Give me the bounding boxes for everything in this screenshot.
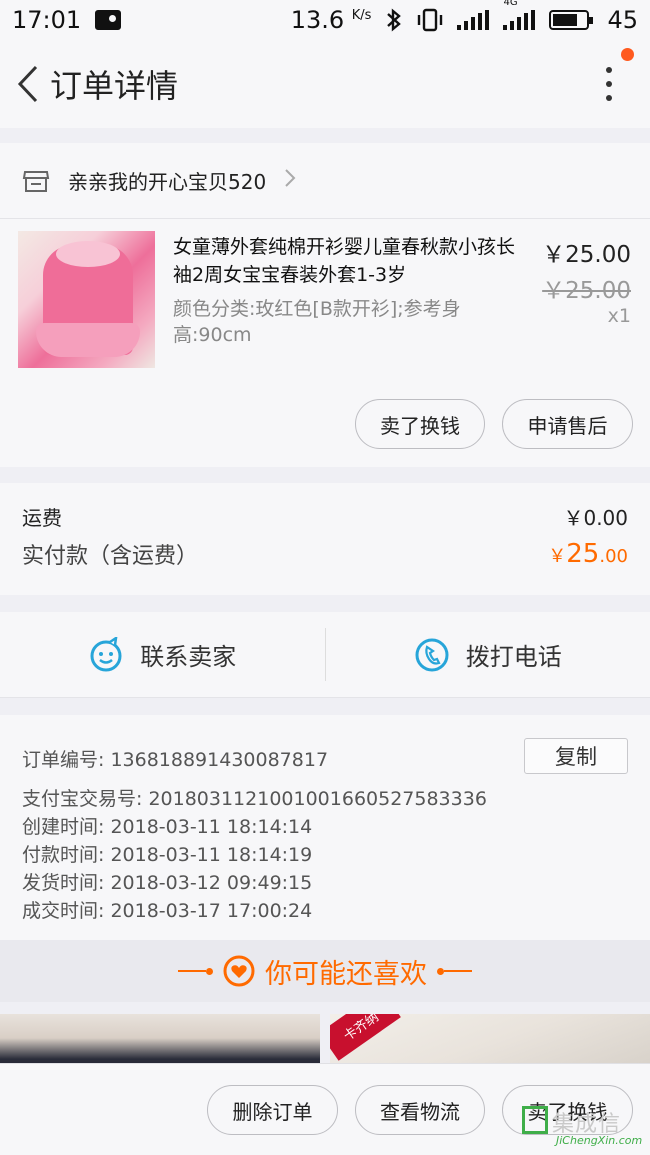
paid-currency: ￥: [548, 546, 567, 567]
fee-summary: 运费 ￥0.00 实付款（含运费） ￥25.00: [0, 483, 650, 595]
shop-name: 亲亲我的开心宝贝520: [68, 170, 267, 194]
watermark-en: JiChengXin.com: [556, 1134, 643, 1147]
divider-right-icon: [437, 967, 472, 975]
product-original-price: ￥25.00: [542, 278, 631, 304]
signal-icon: [457, 10, 490, 30]
product-title[interactable]: 女童薄外套纯棉开衫婴儿童春秋款小孩长袖2周女宝宝春装外套1-3岁: [173, 233, 528, 289]
vibrate-icon: [418, 8, 443, 32]
back-button[interactable]: [6, 54, 50, 114]
delete-order-button[interactable]: 删除订单: [207, 1085, 338, 1135]
nav-bar: 订单详情: [0, 40, 650, 128]
view-logistics-button[interactable]: 查看物流: [355, 1085, 485, 1135]
call-button[interactable]: 拨打电话: [326, 612, 650, 697]
order-number: 订单编号: 136818891430087817: [22, 749, 329, 771]
more-button[interactable]: [594, 64, 624, 104]
order-info: 订单编号: 136818891430087817 复制 支付宝交易号: 2018…: [0, 715, 650, 940]
chevron-right-icon: [284, 168, 296, 194]
more-dot-icon: [606, 81, 612, 87]
shipping-label: 运费: [22, 506, 62, 530]
watermark-box-icon: [522, 1106, 548, 1134]
network-type: 4G: [503, 0, 518, 8]
more-dot-icon: [606, 95, 612, 101]
chevron-left-icon: [17, 65, 38, 103]
watermark-logo: 集成信 JiChengXin.com: [522, 1106, 642, 1147]
picture-notification-icon: [95, 10, 122, 30]
notification-dot: [621, 48, 634, 61]
shipping-value: ￥0.00: [563, 506, 628, 530]
brand-tag: 卡齐纳: [330, 1014, 401, 1061]
shop-row[interactable]: 亲亲我的开心宝贝520: [0, 143, 650, 219]
product-image-collar: [56, 241, 120, 267]
paid-decimal: .00: [599, 546, 628, 567]
phone-icon: [415, 638, 449, 671]
after-sales-button[interactable]: 申请售后: [502, 399, 633, 449]
alipay-trade-number: 支付宝交易号: 2018031121001001660527583336: [22, 788, 487, 810]
recommend-title: 你可能还喜欢: [265, 958, 427, 990]
shipped-time: 发货时间: 2018-03-12 09:49:15: [22, 872, 313, 894]
order-item[interactable]: 女童薄外套纯棉开衫婴儿童春秋款小孩长袖2周女宝宝春装外套1-3岁 颜色分类:玫红…: [0, 219, 650, 467]
product-sku: 颜色分类:玫红色[B款开衫];参考身高:90cm: [173, 298, 461, 346]
paid-time: 付款时间: 2018-03-11 18:14:19: [22, 844, 313, 866]
signal-4g: 4G: [503, 0, 536, 30]
product-quantity: x1: [607, 305, 631, 327]
status-right: 13.6 K/s 4G 45: [291, 0, 638, 34]
bluetooth-icon: [387, 8, 402, 32]
product-thumbnail[interactable]: [18, 231, 155, 368]
paid-label: 实付款（含运费）: [22, 544, 199, 569]
more-dot-icon: [606, 67, 612, 73]
contact-seller-label: 联系卖家: [140, 643, 237, 671]
signal-4g-icon: [503, 10, 536, 30]
network-speed-unit: K/s: [351, 8, 372, 23]
contact-seller-button[interactable]: 联系卖家: [0, 612, 325, 697]
status-time: 17:01: [12, 6, 82, 34]
contact-bar: 联系卖家 拨打电话: [0, 612, 650, 698]
status-bar: 17:01 13.6 K/s 4G 45: [0, 0, 650, 40]
product-image-hem: [36, 323, 140, 357]
paid-amount: ￥25.00: [548, 539, 628, 569]
network-speed: 13.6 K/s: [291, 6, 372, 34]
call-label: 拨打电话: [465, 643, 562, 671]
page-title: 订单详情: [50, 67, 179, 105]
copy-button[interactable]: 复制: [524, 738, 628, 774]
completed-time: 成交时间: 2018-03-17 17:00:24: [22, 900, 313, 922]
battery-level: 45: [607, 6, 638, 34]
network-speed-value: 13.6: [290, 6, 345, 34]
divider-left-icon: [178, 967, 213, 975]
battery-icon: [549, 10, 594, 30]
heart-icon: [223, 955, 255, 987]
product-price: ￥25.00: [542, 242, 631, 268]
sell-for-cash-button[interactable]: 卖了换钱: [355, 399, 485, 449]
shop-icon: [22, 170, 50, 192]
paid-integer: 25: [566, 539, 600, 569]
chat-face-icon: [90, 636, 122, 671]
recommend-header: 你可能还喜欢: [0, 940, 650, 1002]
created-time: 创建时间: 2018-03-11 18:14:14: [22, 816, 313, 838]
